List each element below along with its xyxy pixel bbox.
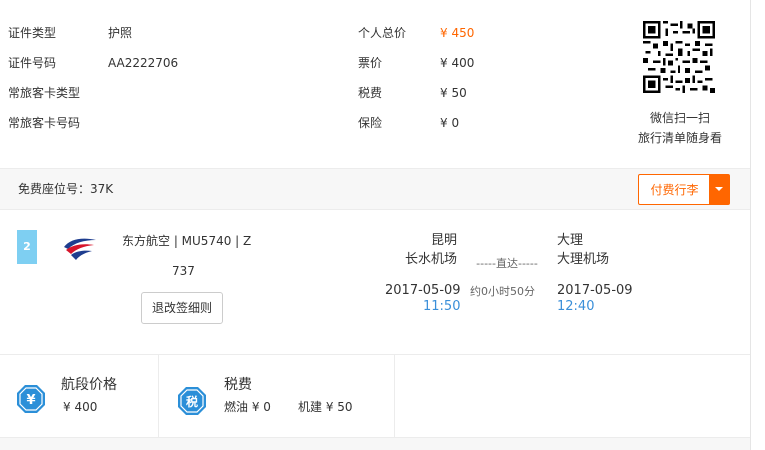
arrival-airport: 大理机场 [557,252,610,267]
cert-type-value: 护照 [108,26,133,40]
qr-caption-line1: 微信扫一扫 [649,111,710,125]
arrival-date: 2017-05-09 [557,283,633,298]
departure-time: 11:50 [423,299,461,314]
total-price-label: 个人总价 [358,26,407,40]
flight-duration: 约0小时50分 [470,285,535,298]
cert-no-label: 证件号码 [8,56,57,70]
cert-type-label: 证件类型 [8,26,57,40]
tax-icon-glyph: 税 [186,394,198,409]
segment-number-badge: 2 [17,230,37,264]
free-seat-text: 免费座位号：37K [18,182,114,196]
segment-price-title: 航段价格 [61,377,117,393]
fare-label: 票价 [358,56,383,70]
departure-date: 2017-05-09 [385,283,461,298]
insurance-value: ¥ 0 [440,116,460,130]
aircraft-type: 737 [172,264,195,278]
total-price-value: ¥ 450 [440,26,475,40]
passenger-info-section: 证件类型 护照 证件号码 AA2222706 常旅客卡类型 常旅客卡号码 个人总… [0,0,750,168]
tax-title: 税费 [224,377,252,393]
yen-icon: ¥ [17,385,45,413]
itinerary-page: 证件类型 护照 证件号码 AA2222706 常旅客卡类型 常旅客卡号码 个人总… [0,0,765,450]
flight-segment: 2 东方航空 | MU5740 | Z 737 退改签细则 昆明 长水机场 20… [0,210,750,355]
dropdown-arrow-icon[interactable] [709,175,729,204]
departure-airport: 长水机场 [404,252,457,267]
seat-bar: 免费座位号：37K 付费行李 [0,168,750,210]
departure-city: 昆明 [430,233,457,248]
fuel-surcharge: 燃油 ¥ 0 [224,400,271,414]
fare-value: ¥ 400 [440,56,475,70]
paid-baggage-button[interactable]: 付费行李 [638,174,730,205]
wechat-qr-code [643,21,715,93]
price-breakdown: ¥ 航段价格 ¥ 400 税 税费 燃油 ¥ 0 机建 ¥ 50 [0,355,750,437]
cert-no-value: AA2222706 [108,56,179,70]
insurance-label: 保险 [358,116,383,130]
paid-baggage-label: 付费行李 [650,183,699,197]
tax-label: 税费 [358,86,383,100]
arrival-city: 大理 [557,233,584,248]
tax-value: ¥ 50 [440,86,467,100]
segment-price-value: ¥ 400 [63,400,98,414]
arrival-time: 12:40 [557,299,595,314]
yen-icon-glyph: ¥ [26,393,35,408]
tax-icon: 税 [178,387,206,415]
ffp-no-label: 常旅客卡号码 [8,116,81,130]
airline-flight-info: 东方航空 | MU5740 | Z [122,234,252,248]
ffp-type-label: 常旅客卡类型 [8,86,81,100]
qr-caption-line2: 旅行清单随身看 [637,131,722,145]
bottom-strip [0,437,750,450]
china-eastern-logo-icon [64,238,96,260]
segment-price-box: ¥ 航段价格 ¥ 400 [0,355,159,437]
direct-flight-indicator: -----直达----- [476,257,538,270]
change-refund-rules-button[interactable]: 退改签细则 [141,292,223,324]
right-border-divider [750,0,751,450]
airport-construction-fee: 机建 ¥ 50 [298,400,353,414]
tax-box: 税 税费 燃油 ¥ 0 机建 ¥ 50 [159,355,395,437]
